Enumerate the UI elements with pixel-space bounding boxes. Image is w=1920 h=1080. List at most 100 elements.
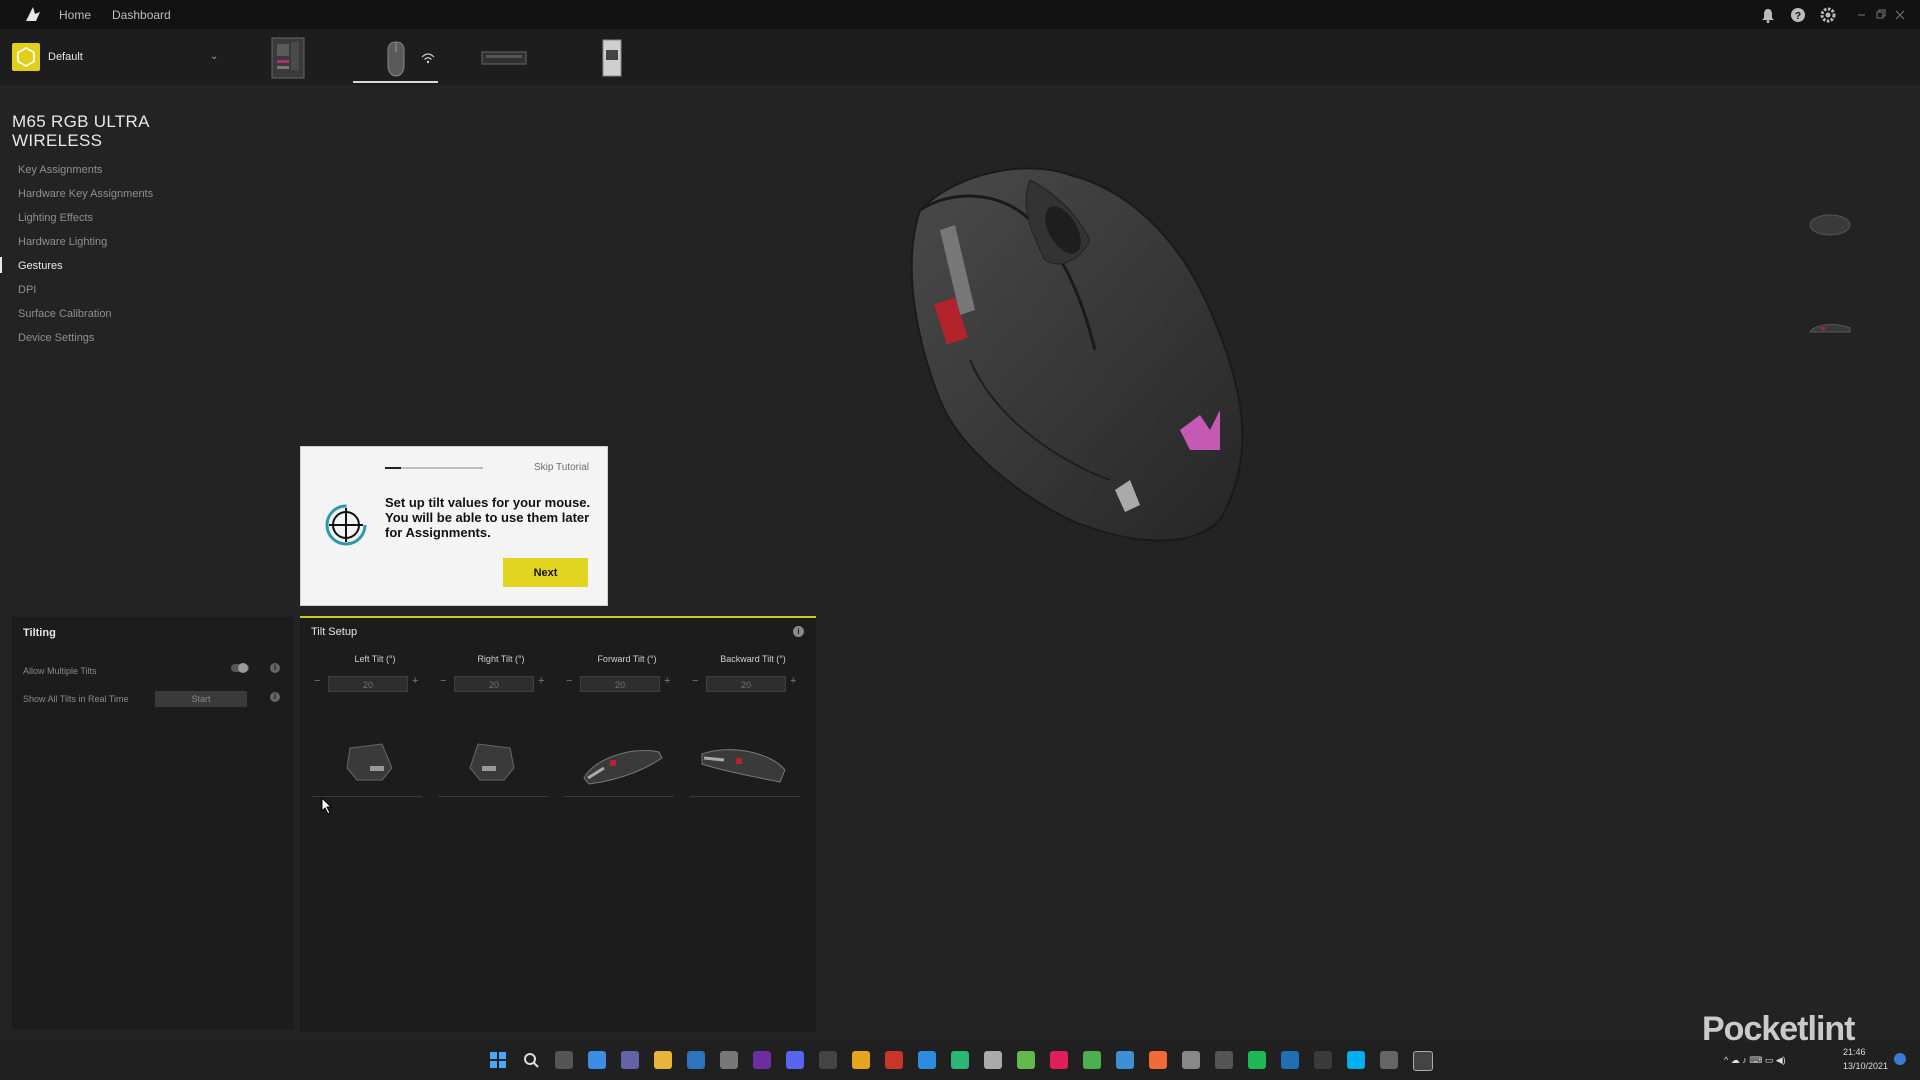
nzxt-icon[interactable] (753, 1051, 771, 1069)
icue-icon[interactable] (1413, 1051, 1433, 1071)
skype-icon[interactable] (1347, 1051, 1365, 1069)
right-tilt-mouse-image (469, 743, 515, 781)
windows-start-icon[interactable] (489, 1051, 507, 1069)
help-icon[interactable]: ? (1789, 6, 1807, 24)
left-tilt-mouse-image (346, 743, 393, 781)
profile-name: Default (48, 51, 83, 63)
app-icon[interactable] (951, 1051, 969, 1069)
app-icon[interactable] (1314, 1051, 1332, 1069)
spotify-icon[interactable] (1248, 1051, 1266, 1069)
app-icon[interactable] (1017, 1051, 1035, 1069)
widgets-icon[interactable] (588, 1051, 606, 1069)
decrement-button[interactable]: − (692, 675, 698, 687)
info-icon[interactable]: i (793, 626, 804, 637)
clock-date[interactable]: 13/10/2021 (1843, 1061, 1888, 1071)
search-icon[interactable] (522, 1051, 540, 1069)
minimize-icon[interactable] (1853, 6, 1871, 24)
mouse-render-image (910, 167, 1244, 542)
tilt-setup-title: Tilt Setup (311, 626, 358, 638)
mouse-cursor-icon (321, 797, 333, 815)
app-icon[interactable] (819, 1051, 837, 1069)
pocketlint-watermark: Pocketlint (1702, 1010, 1855, 1048)
device-title-line1: M65 RGB ULTRA (12, 112, 150, 131)
allow-multiple-tilts-label: Allow Multiple Tilts (23, 666, 97, 676)
menu-item-gestures[interactable]: Gestures (18, 260, 63, 272)
info-icon[interactable]: i (270, 663, 280, 673)
slack-icon[interactable] (1050, 1051, 1068, 1069)
forward-tilt-value[interactable]: 20 (580, 676, 660, 692)
app-icon[interactable] (1215, 1051, 1233, 1069)
tilting-panel: Tilting Allow Multiple Tilts i Show All … (12, 617, 294, 1030)
tutorial-popup: Skip Tutorial Set up tilt values for you… (300, 446, 608, 606)
menu-item-hardware-key-assignments[interactable]: Hardware Key Assignments (18, 188, 153, 200)
divider (564, 796, 674, 797)
chrome-icon[interactable] (1116, 1051, 1134, 1069)
steam-icon[interactable] (687, 1051, 705, 1069)
menu-item-key-assignments[interactable]: Key Assignments (18, 164, 102, 176)
decrement-button[interactable]: − (440, 675, 446, 687)
file-explorer-icon[interactable] (654, 1051, 672, 1069)
windows-taskbar: ^ ☁ ♪ ⌨ ▭ ◀) 21:46 13/10/2021 (0, 1041, 1920, 1080)
app-icon[interactable] (1380, 1051, 1398, 1069)
increment-button[interactable]: + (538, 675, 544, 687)
app-icon[interactable] (885, 1051, 903, 1069)
tutorial-text: Set up tilt values for your mouse. You w… (385, 495, 591, 540)
close-icon[interactable] (1891, 6, 1909, 24)
menu-item-dpi[interactable]: DPI (18, 284, 36, 296)
notification-badge[interactable] (1894, 1053, 1906, 1065)
info-icon[interactable]: i (270, 692, 280, 702)
bell-icon[interactable] (1759, 6, 1777, 24)
device-title: M65 RGB ULTRA WIRELESS (12, 112, 150, 150)
rockstar-icon[interactable] (852, 1051, 870, 1069)
backward-tilt-label: Backward Tilt (°) (720, 654, 786, 664)
profile-selector[interactable]: Default ⌄ (12, 43, 226, 71)
decrement-button[interactable]: − (566, 675, 572, 687)
restore-icon[interactable] (1872, 6, 1890, 24)
mouse-top-view-thumbnail[interactable] (1807, 210, 1853, 240)
chrome-icon[interactable] (1083, 1051, 1101, 1069)
menu-item-device-settings[interactable]: Device Settings (18, 332, 94, 344)
skip-tutorial-link[interactable]: Skip Tutorial (534, 462, 589, 473)
app-icon[interactable] (984, 1051, 1002, 1069)
menu-item-hardware-lighting[interactable]: Hardware Lighting (18, 236, 107, 248)
divider (690, 796, 800, 797)
device-title-line2: WIRELESS (12, 131, 103, 150)
show-all-tilts-label: Show All Tilts in Real Time (23, 694, 129, 704)
backward-tilt-value[interactable]: 20 (706, 676, 786, 692)
increment-button[interactable]: + (790, 675, 796, 687)
app-icon[interactable] (918, 1051, 936, 1069)
left-tilt-value[interactable]: 20 (328, 676, 408, 692)
app-icon[interactable] (1182, 1051, 1200, 1069)
device-wireless-dongle[interactable] (598, 36, 626, 80)
menu-item-lighting-effects[interactable]: Lighting Effects (18, 212, 93, 224)
corsair-logo-icon (26, 7, 40, 21)
next-button[interactable]: Next (503, 558, 588, 587)
chevron-down-icon[interactable]: ⌄ (210, 51, 218, 62)
device-memory[interactable] (480, 36, 528, 80)
increment-button[interactable]: + (664, 675, 670, 687)
tilt-setup-panel: Tilt Setup i Left Tilt (°) − 20 + Right … (300, 616, 816, 1032)
nav-home-link[interactable]: Home (59, 8, 91, 22)
nav-dashboard-link[interactable]: Dashboard (112, 8, 171, 22)
increment-button[interactable]: + (412, 675, 418, 687)
app-icon[interactable] (1281, 1051, 1299, 1069)
crosshair-icon (325, 504, 367, 546)
teams-icon[interactable] (621, 1051, 639, 1069)
right-tilt-label: Right Tilt (°) (477, 654, 525, 664)
right-tilt-value[interactable]: 20 (454, 676, 534, 692)
allow-multiple-tilts-toggle[interactable] (231, 663, 249, 673)
task-view-icon[interactable] (555, 1051, 573, 1069)
svg-text:?: ? (1795, 11, 1801, 22)
decrement-button[interactable]: − (314, 675, 320, 687)
epic-games-icon[interactable] (720, 1051, 738, 1069)
tray-icons[interactable]: ^ ☁ ♪ ⌨ ▭ ◀) (1724, 1055, 1786, 1066)
forward-tilt-mouse-image (583, 749, 663, 785)
app-icon[interactable] (1149, 1051, 1167, 1069)
device-mouse[interactable] (383, 36, 409, 80)
start-button[interactable]: Start (155, 691, 247, 707)
mouse-side-view-thumbnail[interactable] (1807, 318, 1853, 338)
discord-icon[interactable] (786, 1051, 804, 1069)
device-motherboard[interactable] (271, 36, 305, 80)
gear-icon[interactable] (1819, 6, 1837, 24)
menu-item-surface-calibration[interactable]: Surface Calibration (18, 308, 112, 320)
